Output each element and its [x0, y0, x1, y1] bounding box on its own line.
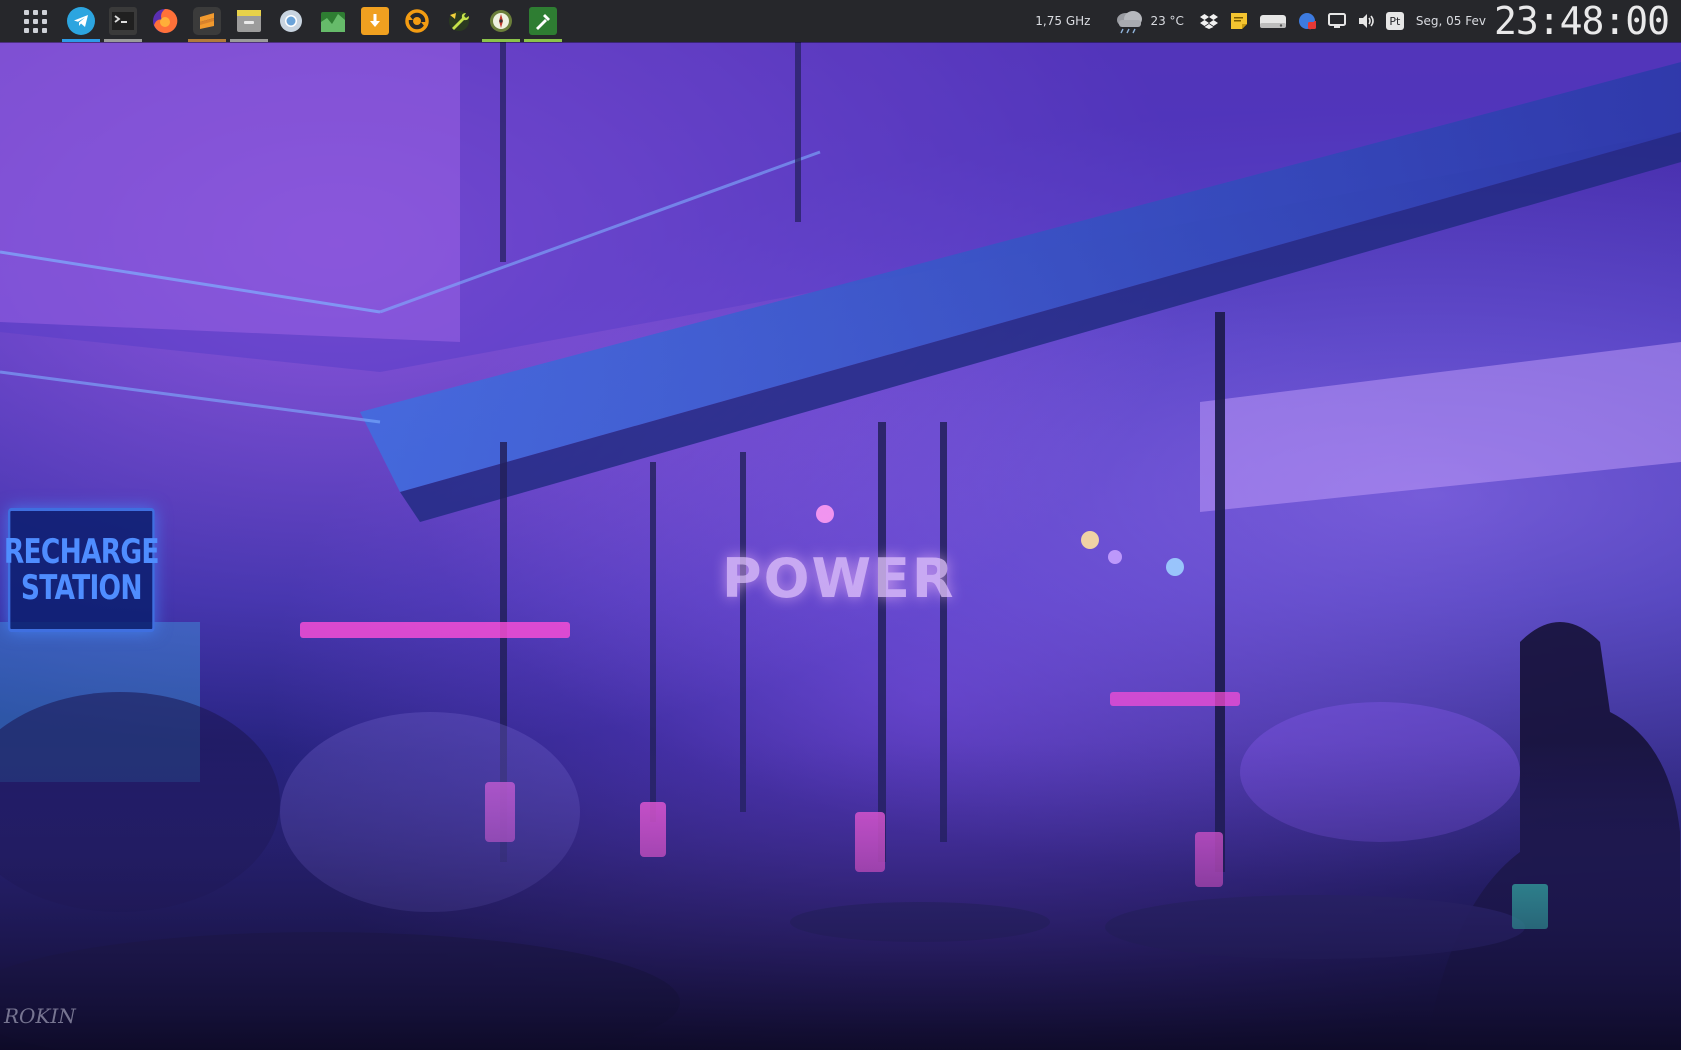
taskbar	[60, 0, 564, 42]
keyboard-layout-indicator[interactable]: Pt	[1385, 12, 1404, 30]
app-launcher-button[interactable]	[14, 0, 56, 42]
task-download-manager[interactable]	[354, 0, 396, 42]
task-firefox[interactable]	[144, 0, 186, 42]
artist-signature: ROKIN	[4, 1004, 76, 1028]
app-grid-icon	[23, 9, 47, 33]
system-monitor-icon	[319, 7, 347, 35]
task-chromium[interactable]	[270, 0, 312, 42]
task-compass-app[interactable]	[480, 0, 522, 42]
telegram-icon	[67, 7, 95, 35]
top-panel: 1,75 GHz 23 °C Pt Seg, 05 Fev 23:48:00	[0, 0, 1681, 42]
desktop-wallpaper: RECHARGE STATION POWER ROKIN	[0, 42, 1681, 1050]
firefox-icon	[151, 7, 179, 35]
power-neon-text: POWER	[722, 547, 956, 610]
system-tray: 1,75 GHz 23 °C Pt Seg, 05 Fev 23:48:00	[1035, 0, 1681, 42]
download-icon	[361, 7, 389, 35]
task-telegram[interactable]	[60, 0, 102, 42]
task-wrench-tool[interactable]	[438, 0, 480, 42]
update-icon	[403, 7, 431, 35]
recharge-station-sign: RECHARGE STATION	[4, 508, 159, 632]
task-tools-app[interactable]	[522, 0, 564, 42]
network-icon[interactable]	[1296, 10, 1318, 32]
keyboard-layout-label: Pt	[1389, 14, 1401, 28]
sign-line-2: STATION	[20, 568, 143, 608]
drive-icon[interactable]	[1258, 10, 1288, 32]
date-label[interactable]: Seg, 05 Fev	[1416, 14, 1486, 28]
file-manager-icon	[235, 7, 263, 35]
chromium-icon	[277, 7, 305, 35]
wrench-icon	[445, 7, 473, 35]
task-system-monitor[interactable]	[312, 0, 354, 42]
task-update-manager[interactable]	[396, 0, 438, 42]
display-icon[interactable]	[1326, 10, 1348, 32]
task-file-manager[interactable]	[228, 0, 270, 42]
compass-icon	[487, 7, 515, 35]
sublime-text-icon	[193, 7, 221, 35]
wallpaper-scene	[0, 42, 1681, 1050]
tools-icon	[529, 7, 557, 35]
task-terminal[interactable]	[102, 0, 144, 42]
volume-icon[interactable]	[1356, 10, 1378, 32]
clock[interactable]: 23:48:00	[1494, 0, 1670, 42]
sign-line-1: RECHARGE	[3, 532, 160, 572]
dropbox-icon[interactable]	[1198, 10, 1220, 32]
cpu-frequency[interactable]: 1,75 GHz	[1035, 14, 1090, 28]
terminal-icon	[109, 7, 137, 35]
sticky-notes-icon[interactable]	[1228, 10, 1250, 32]
cloudy-icon[interactable]	[1112, 10, 1146, 34]
task-sublime-text[interactable]	[186, 0, 228, 42]
temperature[interactable]: 23 °C	[1150, 14, 1183, 28]
